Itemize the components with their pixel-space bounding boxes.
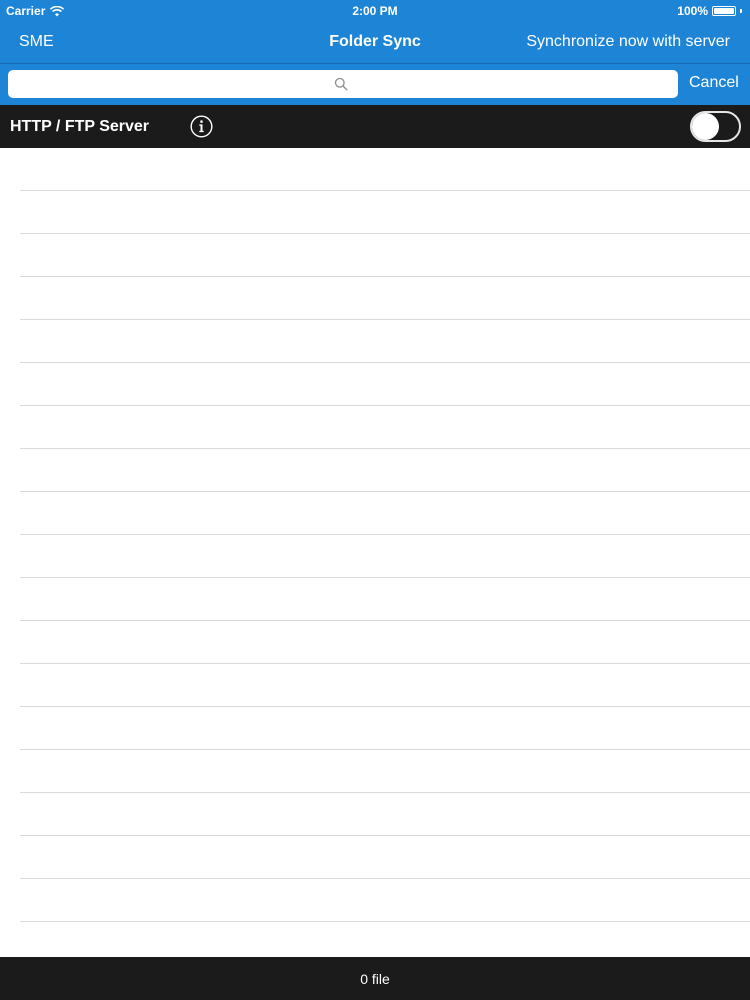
table-row: [0, 578, 750, 621]
toggle-knob: [692, 113, 719, 140]
table-row: [0, 320, 750, 363]
server-toggle[interactable]: [690, 111, 741, 142]
cancel-button[interactable]: Cancel: [689, 74, 739, 92]
search-field: [8, 70, 678, 98]
table-row: [0, 879, 750, 922]
table-row: [0, 191, 750, 234]
top-header: Carrier 2:00 PM 100% SME Folder Sync Syn…: [0, 0, 750, 105]
info-icon[interactable]: [190, 115, 213, 138]
back-button[interactable]: SME: [19, 33, 54, 51]
table-row: [0, 707, 750, 750]
table-row: [0, 535, 750, 578]
server-label: HTTP / FTP Server: [10, 118, 150, 135]
table-row: [0, 363, 750, 406]
status-bar: Carrier 2:00 PM 100%: [0, 0, 750, 22]
table-row: [0, 449, 750, 492]
synchronize-button[interactable]: Synchronize now with server: [526, 33, 730, 51]
table-row: [0, 148, 750, 191]
file-list: [0, 148, 750, 957]
search-input[interactable]: [8, 70, 678, 98]
search-bar: Cancel: [0, 64, 750, 105]
file-count: 0 file: [360, 971, 390, 987]
table-row: [0, 836, 750, 879]
server-bar: HTTP / FTP Server: [0, 105, 750, 148]
battery-percent: 100%: [677, 4, 708, 18]
table-row: [0, 922, 750, 957]
table-row: [0, 621, 750, 664]
status-battery: 100%: [677, 4, 742, 18]
nav-bar: SME Folder Sync Synchronize now with ser…: [0, 22, 750, 63]
table-row: [0, 664, 750, 707]
table-row: [0, 793, 750, 836]
table-row: [0, 406, 750, 449]
battery-tip: [740, 9, 742, 13]
table-row: [0, 750, 750, 793]
status-time: 2:00 PM: [352, 4, 398, 18]
bottom-bar: 0 file: [0, 957, 750, 1000]
table-row: [0, 277, 750, 320]
folder-sync-screen: Carrier 2:00 PM 100% SME Folder Sync Syn…: [0, 0, 750, 1000]
battery-icon: [712, 6, 736, 16]
table-row: [0, 234, 750, 277]
table-row: [0, 492, 750, 535]
